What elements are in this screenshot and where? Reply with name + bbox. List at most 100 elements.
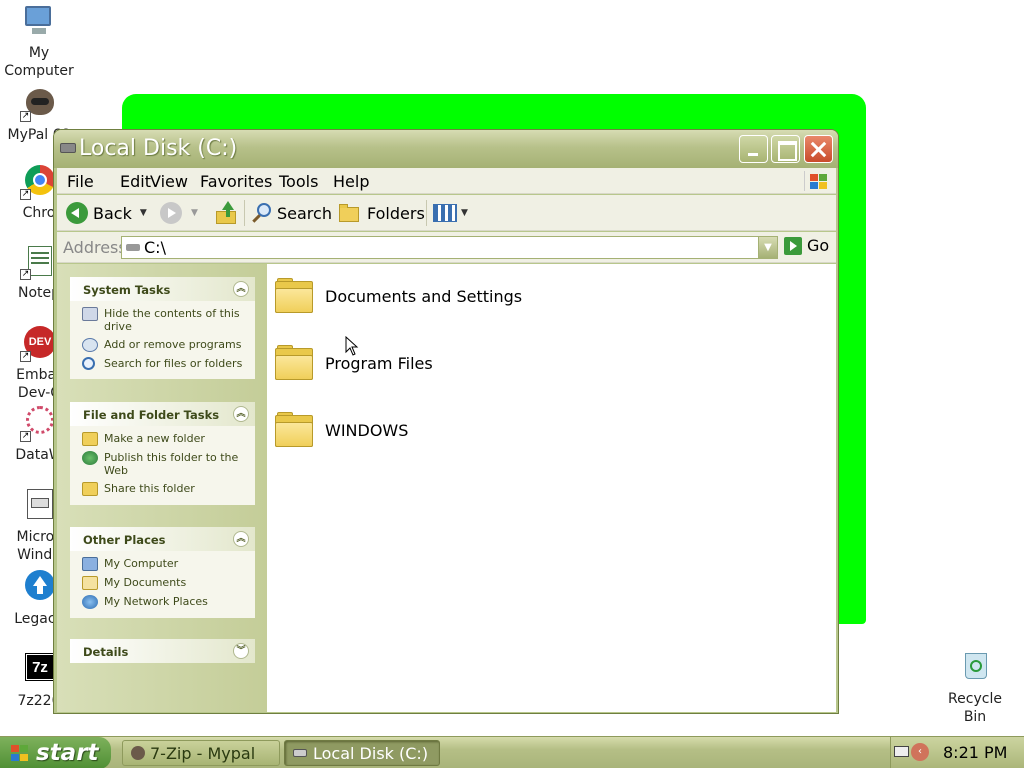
legacy-icon bbox=[22, 570, 56, 604]
shortcut-arrow-icon: ↗ bbox=[20, 269, 31, 280]
add-remove-icon bbox=[82, 338, 98, 352]
panel-header[interactable]: System Tasks ︽ bbox=[70, 277, 255, 301]
panel-header[interactable]: Details ︾ bbox=[70, 639, 255, 663]
start-button[interactable]: start bbox=[0, 737, 111, 768]
task-make-new-folder[interactable]: Make a new folder bbox=[82, 432, 255, 446]
taskbar-button-local-disk[interactable]: Local Disk (C:) bbox=[284, 740, 440, 766]
desktop-icon-recycle-bin[interactable]: Recycle Bin bbox=[936, 650, 1014, 726]
views-button[interactable]: ▼ bbox=[433, 200, 468, 226]
folder-icon bbox=[275, 345, 315, 381]
address-dropdown-icon[interactable]: ▼ bbox=[758, 237, 777, 258]
expand-chevron-icon[interactable]: ︾ bbox=[233, 643, 249, 659]
folders-icon bbox=[338, 203, 362, 223]
folder-item[interactable]: WINDOWS bbox=[275, 412, 408, 448]
hide-contents-icon bbox=[82, 307, 98, 321]
folders-button[interactable]: Folders bbox=[338, 200, 425, 226]
windows-logo-icon bbox=[804, 171, 828, 191]
menu-view[interactable]: View bbox=[150, 172, 188, 191]
devcpp-icon: DEV ↗ bbox=[20, 326, 56, 362]
7zip-icon: 7z bbox=[22, 652, 56, 686]
address-field[interactable]: C:\ ▼ bbox=[121, 236, 778, 259]
folder-item[interactable]: Documents and Settings bbox=[275, 278, 522, 314]
folder-name: WINDOWS bbox=[325, 420, 409, 440]
toolbar-separator bbox=[244, 200, 245, 226]
shortcut-arrow-icon: ↗ bbox=[20, 351, 31, 362]
shortcut-arrow-icon: ↗ bbox=[20, 431, 31, 442]
file-list: Documents and Settings Program Files WIN… bbox=[267, 264, 836, 712]
task-share-folder[interactable]: Share this folder bbox=[82, 482, 255, 496]
address-value: C:\ bbox=[144, 238, 166, 257]
go-arrow-icon bbox=[784, 236, 802, 255]
window-title: Local Disk (C:) bbox=[79, 136, 238, 161]
forward-dropdown-icon[interactable]: ▼ bbox=[191, 208, 198, 218]
search-label: Search bbox=[277, 203, 332, 223]
show-hidden-icons-chevron-icon[interactable]: ‹ bbox=[911, 743, 929, 761]
up-folder-button[interactable] bbox=[215, 200, 239, 226]
panel-title: System Tasks bbox=[83, 283, 171, 297]
share-folder-icon bbox=[82, 482, 98, 496]
panel-other-places: Other Places ︽ My Computer My Documents … bbox=[70, 527, 255, 618]
panel-header[interactable]: Other Places ︽ bbox=[70, 527, 255, 551]
notepad-icon: ↗ bbox=[20, 244, 56, 280]
documents-icon bbox=[82, 576, 98, 590]
toolbar-separator bbox=[426, 200, 427, 226]
taskbar: start 7-Zip - Mypal Local Disk (C:) ‹ 8:… bbox=[0, 736, 1024, 768]
go-label: Go bbox=[807, 236, 830, 255]
place-my-computer[interactable]: My Computer bbox=[82, 557, 255, 571]
taskbar-button-mypal[interactable]: 7-Zip - Mypal bbox=[122, 740, 280, 766]
menu-file[interactable]: File bbox=[67, 172, 94, 191]
drive-icon bbox=[293, 749, 307, 757]
menu-help[interactable]: Help bbox=[333, 172, 369, 191]
back-button[interactable]: Back ▼ bbox=[66, 200, 147, 226]
mouse-cursor-icon bbox=[345, 336, 359, 356]
views-grid-icon bbox=[433, 204, 457, 222]
task-search-files[interactable]: Search for files or folders bbox=[82, 357, 255, 370]
menu-tools[interactable]: Tools bbox=[279, 172, 318, 191]
menu-favorites[interactable]: Favorites bbox=[200, 172, 272, 191]
drive-icon bbox=[60, 143, 76, 153]
start-label: start bbox=[36, 740, 99, 766]
desktop-icon-my-computer[interactable]: My Computer bbox=[0, 4, 78, 80]
keyboard-icon[interactable] bbox=[894, 746, 909, 757]
address-label: Address bbox=[63, 238, 127, 257]
windows-logo-icon bbox=[10, 744, 30, 762]
menu-bar: File Edit View Favorites Tools Help bbox=[57, 168, 836, 194]
maximize-button[interactable] bbox=[771, 135, 800, 163]
menu-edit[interactable]: Edit bbox=[120, 172, 151, 191]
mypal-icon: ↗ bbox=[20, 86, 56, 122]
search-button[interactable]: Search bbox=[251, 200, 332, 226]
collapse-chevron-icon[interactable]: ︽ bbox=[233, 406, 249, 422]
raccoon-icon bbox=[131, 746, 145, 760]
publish-web-icon bbox=[82, 451, 98, 465]
drive-icon bbox=[126, 244, 140, 251]
place-my-documents[interactable]: My Documents bbox=[82, 576, 255, 590]
address-bar: Address C:\ ▼ Go bbox=[57, 232, 836, 263]
task-add-remove-programs[interactable]: Add or remove programs bbox=[82, 338, 255, 352]
task-publish-web[interactable]: Publish this folder to the Web bbox=[82, 451, 255, 477]
task-hide-contents[interactable]: Hide the contents of this drive bbox=[82, 307, 255, 333]
recycle-bin-icon bbox=[958, 650, 992, 684]
back-arrow-icon bbox=[66, 202, 88, 224]
forward-button[interactable]: ▼ bbox=[160, 200, 198, 226]
panel-file-folder-tasks: File and Folder Tasks ︽ Make a new folde… bbox=[70, 402, 255, 505]
panel-header[interactable]: File and Folder Tasks ︽ bbox=[70, 402, 255, 426]
folder-name: Documents and Settings bbox=[325, 286, 523, 306]
explorer-window: Local Disk (C:) File Edit View Favorites… bbox=[53, 129, 839, 714]
panel-title: Details bbox=[83, 645, 129, 659]
panel-title: File and Folder Tasks bbox=[83, 408, 220, 422]
collapse-chevron-icon[interactable]: ︽ bbox=[233, 281, 249, 297]
close-button[interactable] bbox=[804, 135, 833, 163]
minimize-button[interactable] bbox=[739, 135, 768, 163]
title-bar[interactable]: Local Disk (C:) bbox=[54, 130, 838, 168]
chrome-icon: ↗ bbox=[20, 164, 56, 200]
folder-icon bbox=[275, 278, 315, 314]
go-button[interactable]: Go bbox=[784, 236, 829, 255]
back-dropdown-icon[interactable]: ▼ bbox=[140, 208, 147, 218]
system-tray: ‹ 8:21 PM bbox=[890, 737, 1024, 768]
place-my-network-places[interactable]: My Network Places bbox=[82, 595, 255, 609]
views-dropdown-icon: ▼ bbox=[461, 208, 468, 218]
folder-name: Program Files bbox=[325, 353, 433, 373]
new-folder-icon bbox=[82, 432, 98, 446]
clock[interactable]: 8:21 PM bbox=[943, 743, 1007, 762]
collapse-chevron-icon[interactable]: ︽ bbox=[233, 531, 249, 547]
